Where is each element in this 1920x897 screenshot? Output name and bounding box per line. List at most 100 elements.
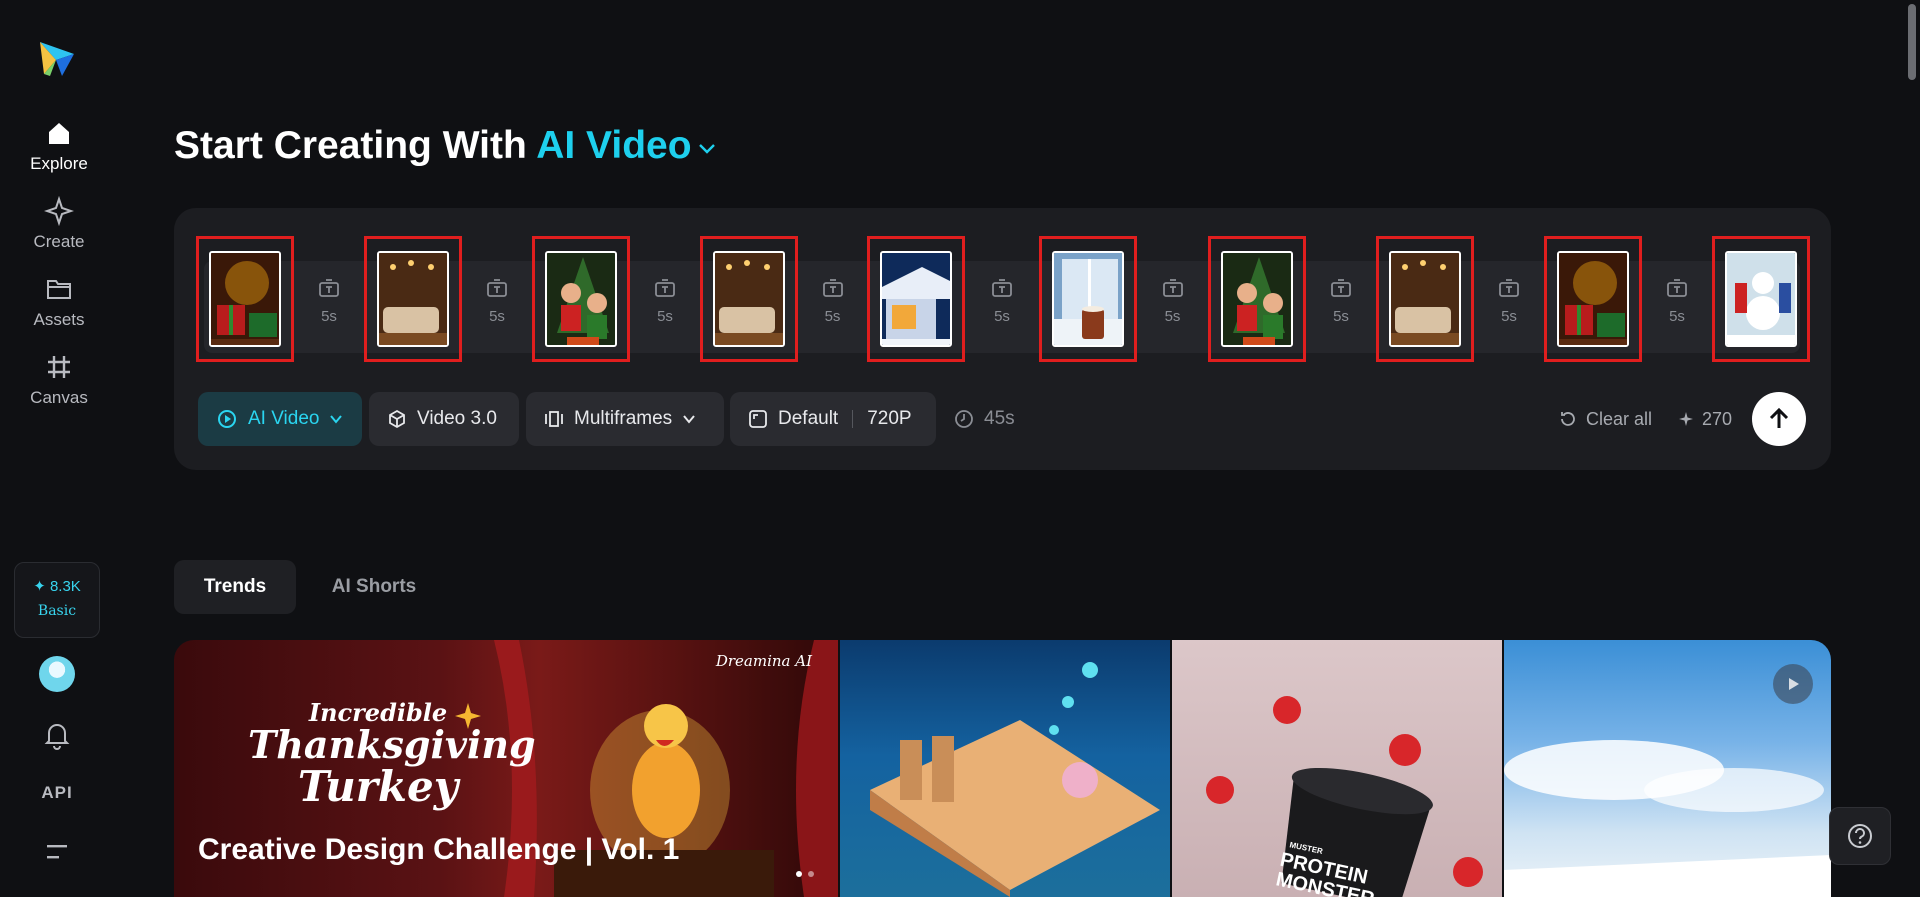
keyframe-image: [547, 253, 615, 345]
ratio-resolution-button[interactable]: Default 720P: [730, 392, 936, 446]
generate-button[interactable]: [1752, 392, 1806, 446]
paper-plane-logo[interactable]: [36, 36, 76, 80]
arrow-up-icon: [1769, 407, 1789, 428]
question-icon: [1848, 824, 1872, 848]
transition-slot[interactable]: 5s: [972, 278, 1032, 325]
help-button[interactable]: [1829, 807, 1891, 865]
keyframe-slot[interactable]: [1712, 236, 1810, 362]
keyframe-slot[interactable]: [1208, 236, 1306, 362]
keyframe-slot[interactable]: [867, 236, 965, 362]
transition-slot[interactable]: 5s: [1479, 278, 1539, 325]
scrollbar-thumb[interactable]: [1908, 4, 1916, 80]
mode-selector[interactable]: AI Video: [536, 124, 717, 167]
keyframe-image: [1054, 253, 1122, 345]
folder-icon: [47, 280, 71, 299]
tab-trends[interactable]: Trends: [174, 560, 296, 614]
transition-slot[interactable]: 5s: [299, 278, 359, 325]
carousel-dots[interactable]: [796, 871, 814, 877]
transition-duration: 5s: [321, 308, 337, 325]
keyframe-slot[interactable]: [1039, 236, 1137, 362]
sidebar-item-create[interactable]: Create: [0, 196, 118, 252]
clear-all-button[interactable]: Clear all: [1558, 392, 1652, 446]
bell-icon[interactable]: [43, 720, 71, 750]
sidebar-item-canvas[interactable]: Canvas: [0, 352, 118, 408]
transition-duration: 5s: [1164, 308, 1181, 325]
tab-ai-shorts[interactable]: AI Shorts: [314, 560, 434, 614]
aspect-ratio-icon: [749, 410, 767, 428]
transition-slot[interactable]: 5s: [803, 278, 863, 325]
sidebar: Explore Create Assets Canvas ✦ 8.3K Basi…: [0, 0, 118, 897]
keyframe-thumbnail: [713, 251, 785, 347]
keyframe-slot[interactable]: [196, 236, 294, 362]
featured-card[interactable]: Dreamina AI Incredible Thanksgiving Turk…: [174, 640, 838, 897]
keyframe-image: [882, 253, 950, 345]
keyframe-slot[interactable]: [364, 236, 462, 362]
transition-slot[interactable]: 5s: [467, 278, 527, 325]
prompt-panel: 5s 5s 5s 5s 5s 5s 5s 5s 5s AI Video Video 3.0 Mu…: [174, 208, 1831, 470]
ratio-label: Default: [778, 408, 839, 429]
frame-mode-dropdown[interactable]: Multiframes: [526, 392, 724, 446]
clock-icon: [955, 410, 973, 428]
model-label: Video 3.0: [417, 408, 497, 429]
keyframe-slot[interactable]: [1544, 236, 1642, 362]
transition-duration: 5s: [1333, 308, 1349, 325]
keyframe-thumbnail: [1221, 251, 1293, 347]
transition-duration: 5s: [994, 308, 1010, 325]
carousel-dot[interactable]: [808, 871, 814, 877]
transition-slot[interactable]: 5s: [1143, 278, 1203, 325]
brand-label: Dreamina AI: [715, 652, 812, 670]
api-link[interactable]: API: [0, 783, 114, 803]
text-prompt-icon: [319, 279, 339, 297]
transition-duration: 5s: [1501, 308, 1517, 325]
gallery-card-sky[interactable]: [1504, 640, 1831, 897]
transition-slot[interactable]: 5s: [1311, 278, 1371, 325]
avatar[interactable]: [39, 656, 75, 692]
carousel-dot[interactable]: [796, 871, 802, 877]
headline-line: Turkey: [297, 762, 459, 812]
sidebar-item-label: Explore: [30, 154, 88, 173]
keyframe-thumbnail: [1725, 251, 1797, 347]
underwater-island-image: [870, 662, 1160, 897]
multiframes-icon: [545, 411, 563, 427]
sidebar-item-explore[interactable]: Explore: [0, 118, 118, 174]
menu-icon[interactable]: [45, 842, 69, 862]
canvas-icon: [48, 356, 70, 378]
reset-icon: [1561, 412, 1575, 426]
keyframe-image: [1391, 253, 1459, 345]
divider: [852, 410, 854, 428]
sparkle-icon: [455, 703, 481, 729]
transition-duration: 5s: [824, 308, 841, 325]
featured-title: Creative Design Challenge | Vol. 1: [198, 833, 680, 866]
keyframe-thumbnail: [377, 251, 449, 347]
clear-all-label: Clear all: [1586, 408, 1653, 429]
keyframe-thumbnail: [1052, 251, 1124, 347]
keyframe-slot[interactable]: [700, 236, 798, 362]
gallery-card-underwater[interactable]: [840, 640, 1170, 897]
keyframe-image: [1223, 253, 1291, 345]
credits-badge[interactable]: ✦ 8.3K Basic: [14, 562, 100, 638]
keyframe-slot[interactable]: [1376, 236, 1474, 362]
keyframe-image: [379, 253, 447, 345]
transition-slot[interactable]: 5s: [1647, 278, 1707, 325]
model-dropdown[interactable]: Video 3.0: [369, 392, 519, 446]
keyframe-slot[interactable]: [532, 236, 630, 362]
mode-dropdown[interactable]: AI Video: [198, 392, 362, 446]
gallery-card-protein[interactable]: MUSTER PROTEIN MONSTER: [1172, 640, 1502, 897]
credit-cost: 270: [1678, 392, 1732, 446]
sidebar-item-assets[interactable]: Assets: [0, 274, 118, 330]
keyframe-thumbnail: [209, 251, 281, 347]
text-prompt-icon: [822, 279, 843, 297]
scrollbar[interactable]: [1906, 0, 1918, 80]
play-button[interactable]: [1773, 664, 1813, 704]
mode-dropdown-label: AI Video: [248, 408, 320, 429]
keyframe-thumbnail: [880, 251, 952, 347]
page-title: Start Creating With AI Video: [174, 124, 718, 168]
keyframe-image: [1559, 253, 1627, 345]
duration-value: 45s: [984, 408, 1015, 429]
keyframe-thumbnail: [1389, 251, 1461, 347]
transition-slot[interactable]: 5s: [635, 278, 695, 325]
trends-gallery: Dreamina AI Incredible Thanksgiving Turk…: [174, 640, 1831, 897]
transition-duration: 5s: [657, 308, 673, 325]
resolution-label: 720P: [867, 408, 912, 429]
sidebar-item-label: Assets: [33, 310, 85, 329]
